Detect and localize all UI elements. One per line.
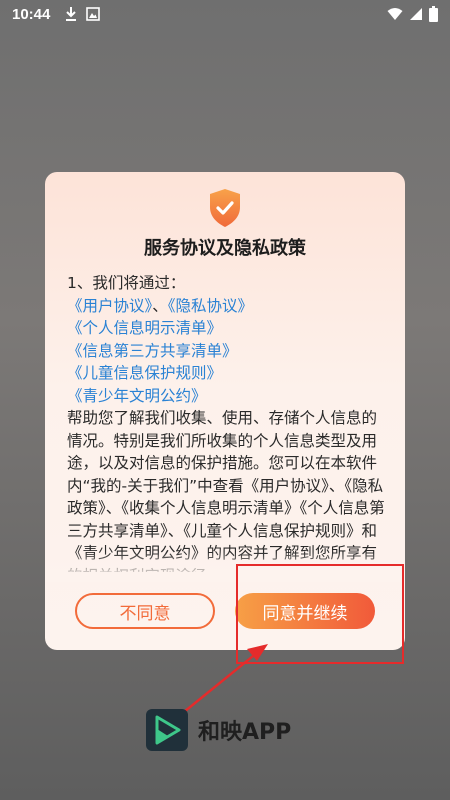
battery-icon — [429, 6, 438, 22]
brand: 和映APP — [146, 709, 291, 751]
link-privacy-agreement[interactable]: 《隐私协议》 — [168, 297, 253, 315]
status-right-icons — [387, 6, 438, 22]
link-user-agreement[interactable]: 《用户协议》 — [67, 297, 152, 315]
status-time: 10:44 — [12, 5, 51, 23]
intro-text: 1、我们将通过： — [67, 274, 186, 292]
signal-icon — [410, 8, 422, 20]
app-logo-icon — [146, 709, 188, 751]
link-separator: 、 — [152, 296, 168, 315]
link-child-protection[interactable]: 《儿童信息保护规则》 — [67, 362, 389, 385]
brand-name: 和映APP — [198, 720, 292, 745]
link-youth-pact[interactable]: 《青少年文明公约》 — [67, 385, 389, 408]
links-first-row: 《用户协议》、《隐私协议》 — [67, 295, 389, 318]
annotation-highlight-box — [236, 564, 404, 664]
dialog-title: 服务协议及隐私政策 — [144, 238, 306, 259]
dialog-body[interactable]: 1、我们将通过： 《用户协议》、《隐私协议》 《个人信息明示清单》 《信息第三方… — [67, 272, 389, 572]
shield-check-icon — [210, 189, 240, 227]
link-personal-info-list[interactable]: 《个人信息明示清单》 — [67, 317, 389, 340]
status-bar: 10:44 — [0, 0, 450, 28]
status-left-icons — [64, 6, 101, 22]
disagree-button[interactable]: 不同意 — [75, 593, 215, 629]
image-icon — [86, 7, 101, 21]
link-third-party-list[interactable]: 《信息第三方共享清单》 — [67, 340, 389, 363]
wifi-icon — [387, 8, 403, 20]
download-icon — [66, 7, 77, 21]
policy-paragraph: 帮助您了解我们收集、使用、存储个人信息的情况。特别是我们所收集的个人信息类型及用… — [67, 409, 385, 572]
